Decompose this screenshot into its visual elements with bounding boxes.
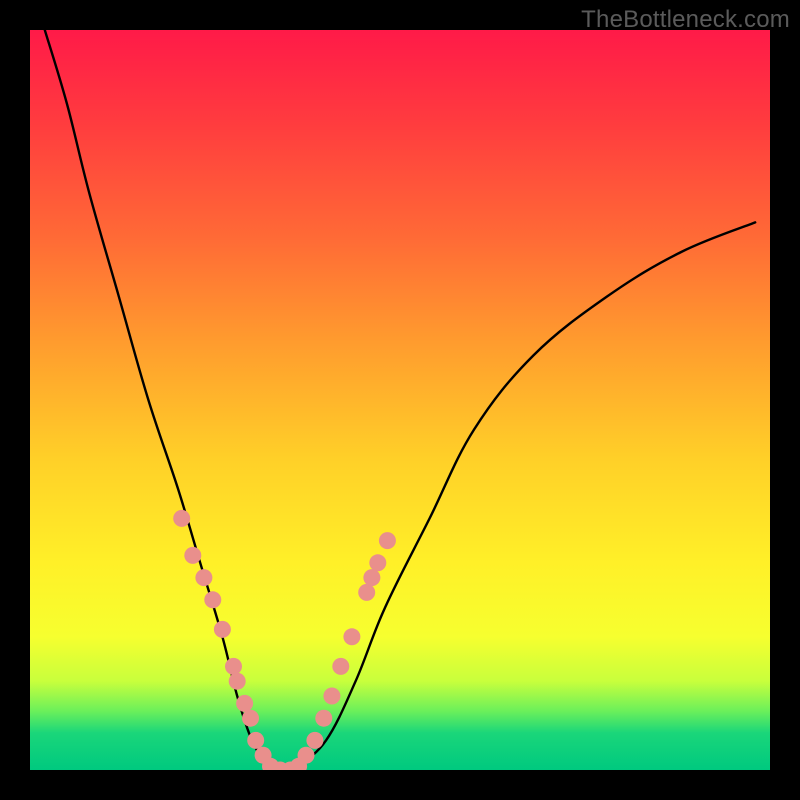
bottleneck-curve [45, 30, 755, 770]
marker-dot [363, 569, 380, 586]
marker-dot [323, 688, 340, 705]
marker-dot [358, 584, 375, 601]
marker-dot [173, 510, 190, 527]
marker-dot [236, 695, 253, 712]
marker-dot [242, 710, 259, 727]
marker-dot [379, 532, 396, 549]
marker-dot [369, 554, 386, 571]
marker-dot [184, 547, 201, 564]
marker-dot [315, 710, 332, 727]
marker-dot [306, 732, 323, 749]
plot-area [30, 30, 770, 770]
curve-svg [30, 30, 770, 770]
marker-dot [225, 658, 242, 675]
marker-dot [229, 673, 246, 690]
marker-dot [195, 569, 212, 586]
marker-dot [332, 658, 349, 675]
marker-dot [247, 732, 264, 749]
chart-stage: TheBottleneck.com [0, 0, 800, 800]
marker-dot [214, 621, 231, 638]
marker-dot [343, 628, 360, 645]
marker-dot [204, 591, 221, 608]
curve-markers [173, 510, 396, 770]
